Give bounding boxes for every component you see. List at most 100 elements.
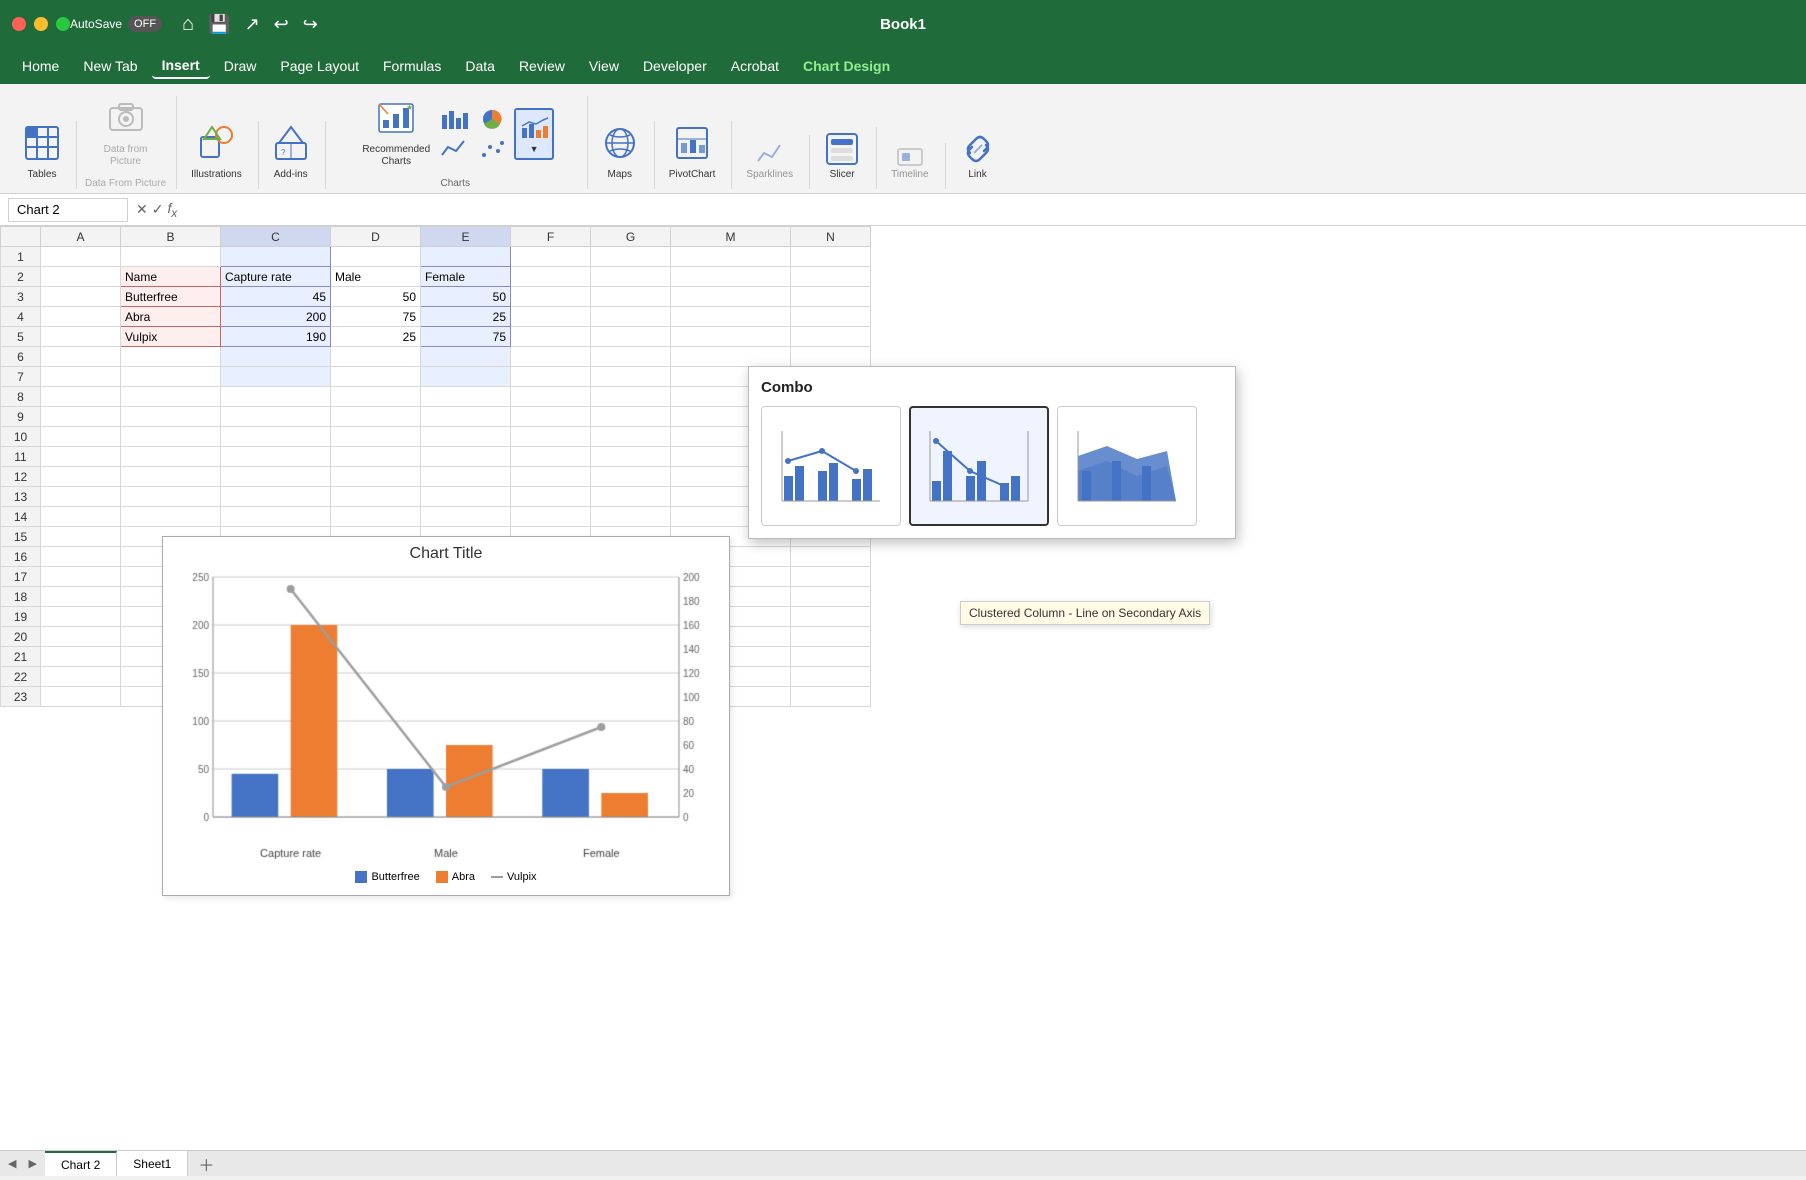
cell-m2[interactable] (671, 267, 791, 287)
cell-n4[interactable] (791, 307, 871, 327)
save-icon[interactable]: 💾 (208, 14, 230, 35)
cell-d4[interactable]: 75 (331, 307, 421, 327)
ribbon-timeline-btn[interactable]: Timeline (885, 143, 934, 185)
cell-n2[interactable] (791, 267, 871, 287)
name-box-value: Chart 2 (17, 202, 60, 217)
menu-draw[interactable]: Draw (214, 54, 267, 78)
cell-g3[interactable] (591, 287, 671, 307)
cell-d5[interactable]: 25 (331, 327, 421, 347)
combo-chart-option-0[interactable] (761, 406, 901, 526)
cell-g5[interactable] (591, 327, 671, 347)
tab-sheet1[interactable]: Sheet1 (117, 1151, 188, 1176)
insert-function-icon[interactable]: fx (167, 200, 177, 220)
cell-b5[interactable]: Vulpix (121, 327, 221, 347)
cell-g1[interactable] (591, 247, 671, 267)
tab-chart2[interactable]: Chart 2 (45, 1151, 117, 1176)
cell-a2[interactable] (41, 267, 121, 287)
ribbon-group-links: Link (948, 127, 1012, 189)
ribbon-pie-btn[interactable] (476, 105, 512, 133)
cell-c3[interactable]: 45 (221, 287, 331, 307)
maximize-button[interactable] (56, 17, 70, 31)
cell-m1[interactable] (671, 247, 791, 267)
cell-b4[interactable]: Abra (121, 307, 221, 327)
ribbon-recommended-charts-btn[interactable]: ★ RecommendedCharts (356, 96, 436, 172)
cell-m4[interactable] (671, 307, 791, 327)
cell-m5[interactable] (671, 327, 791, 347)
cell-b2[interactable]: Name (121, 267, 221, 287)
undo-icon[interactable]: ↩ (274, 14, 289, 35)
ribbon-scatter-btn[interactable] (476, 135, 512, 163)
cell-a3[interactable] (41, 287, 121, 307)
menu-insert[interactable]: Insert (152, 53, 210, 79)
cell-a1[interactable] (41, 247, 121, 267)
home-icon[interactable]: ⌂ (182, 13, 194, 36)
ribbon-addins-btn[interactable]: ? Add-ins (267, 121, 315, 185)
cell-f2[interactable] (511, 267, 591, 287)
cell-a4[interactable] (41, 307, 121, 327)
cell-c1[interactable] (221, 247, 331, 267)
combo-chart-option-2[interactable] (1057, 406, 1197, 526)
cell-g4[interactable] (591, 307, 671, 327)
cell-e2[interactable]: Female (421, 267, 511, 287)
tab-add-button[interactable]: ＋ (188, 1148, 224, 1180)
cell-a5[interactable] (41, 327, 121, 347)
cell-n1[interactable] (791, 247, 871, 267)
name-box[interactable]: Chart 2 (8, 198, 128, 222)
ribbon-combo-btn[interactable]: ▼ (514, 108, 554, 161)
autosave-toggle[interactable]: OFF (128, 16, 162, 32)
cell-f5[interactable] (511, 327, 591, 347)
cell-f3[interactable] (511, 287, 591, 307)
ribbon-illustrations-btn[interactable]: Illustrations (185, 121, 248, 185)
menu-pagelayout[interactable]: Page Layout (270, 54, 369, 78)
cancel-formula-icon[interactable]: ✕ (136, 201, 148, 218)
cell-b1[interactable] (121, 247, 221, 267)
close-button[interactable] (12, 17, 26, 31)
ribbon-link-btn[interactable]: Link (954, 127, 1002, 185)
combo-chart-option-1[interactable] (909, 406, 1049, 526)
menu-developer[interactable]: Developer (633, 54, 717, 78)
menu-newtab[interactable]: New Tab (73, 54, 147, 78)
menu-data[interactable]: Data (455, 54, 505, 78)
menu-acrobat[interactable]: Acrobat (721, 54, 789, 78)
menu-chartdesign[interactable]: Chart Design (793, 54, 900, 78)
confirm-formula-icon[interactable]: ✓ (152, 201, 164, 218)
nav-prev-sheet[interactable]: ◀ (4, 1155, 20, 1172)
ribbon-slicer-btn[interactable]: Slicer (818, 127, 866, 185)
share-icon[interactable]: ↗ (245, 14, 260, 35)
ribbon-column-btn[interactable] (438, 105, 474, 133)
cell-n3[interactable] (791, 287, 871, 307)
cell-m3[interactable] (671, 287, 791, 307)
cell-e3[interactable]: 50 (421, 287, 511, 307)
cell-f4[interactable] (511, 307, 591, 327)
cell-d1[interactable] (331, 247, 421, 267)
cell-c2[interactable]: Capture rate (221, 267, 331, 287)
ribbon-group-sparklines: Sparklines (734, 135, 810, 189)
cell-e1[interactable] (421, 247, 511, 267)
cell-n5[interactable] (791, 327, 871, 347)
menu-view[interactable]: View (579, 54, 629, 78)
shapes-icon (198, 125, 234, 167)
ribbon-maps-btn[interactable]: Maps (596, 121, 644, 185)
ribbon-line-btn[interactable] (438, 135, 474, 163)
menu-formulas[interactable]: Formulas (373, 54, 451, 78)
nav-next-sheet[interactable]: ▶ (24, 1155, 40, 1172)
redo-icon[interactable]: ↪ (303, 14, 318, 35)
menu-review[interactable]: Review (509, 54, 575, 78)
ribbon-tables-btn[interactable]: Tables (18, 121, 66, 185)
cell-d2[interactable]: Male (331, 267, 421, 287)
formula-input[interactable] (185, 202, 1798, 217)
cell-e5[interactable]: 75 (421, 327, 511, 347)
cell-g2[interactable] (591, 267, 671, 287)
cell-b3[interactable]: Butterfree (121, 287, 221, 307)
ribbon-sparklines-btn[interactable]: Sparklines (740, 135, 799, 185)
cell-f1[interactable] (511, 247, 591, 267)
minimize-button[interactable] (34, 17, 48, 31)
ribbon-pivotchart-btn[interactable]: PivotChart (663, 121, 722, 185)
ribbon-datafrom-btn[interactable]: Data fromPicture (98, 96, 154, 172)
cell-e4[interactable]: 25 (421, 307, 511, 327)
cell-d3[interactable]: 50 (331, 287, 421, 307)
cell-c5[interactable]: 190 (221, 327, 331, 347)
cell-c4[interactable]: 200 (221, 307, 331, 327)
menu-home[interactable]: Home (12, 54, 69, 78)
embedded-chart[interactable]: Chart Title Butterfree Abra Vulpix (162, 536, 730, 896)
